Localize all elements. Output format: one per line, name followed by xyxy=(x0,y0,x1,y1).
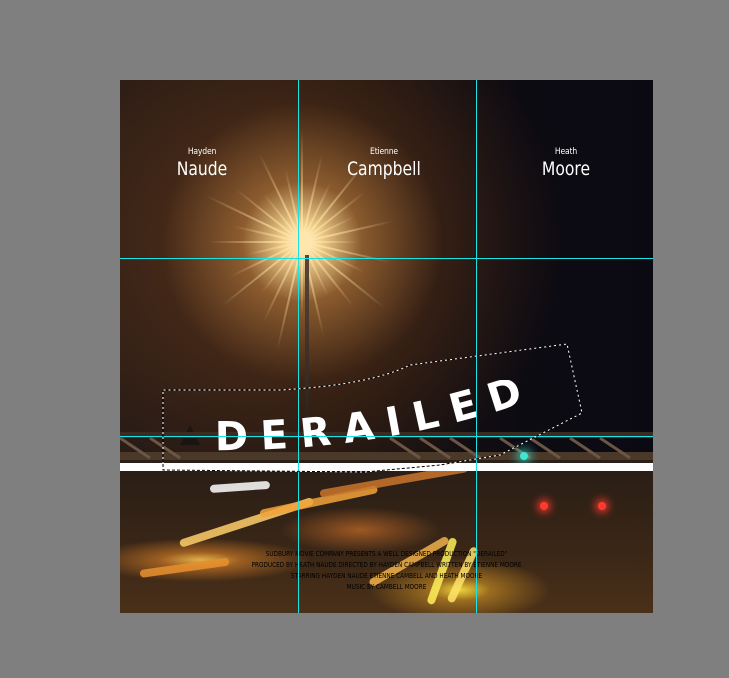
credit-last-name: Naude xyxy=(176,158,228,180)
document-canvas[interactable]: Hayden Naude Etienne Campbell Heath Moor… xyxy=(120,80,653,613)
movie-title-text: DERAILED xyxy=(215,380,527,460)
guide-vertical-1[interactable] xyxy=(298,80,299,613)
svg-text:DERAILED: DERAILED xyxy=(215,380,540,460)
credit-last-name: Moore xyxy=(541,158,591,180)
guide-vertical-2[interactable] xyxy=(476,80,477,613)
title-underline-bar xyxy=(120,463,653,471)
credit-first-name: Hayden xyxy=(187,147,217,157)
light-streak xyxy=(209,480,271,493)
credit-etienne-campbell: Etienne Campbell xyxy=(324,147,444,180)
billing-line: PRODUCED BY HEATH NAUDE DIRECTED BY HAYD… xyxy=(251,560,522,569)
credit-first-name: Etienne xyxy=(370,147,398,157)
light-streak xyxy=(139,557,230,578)
billing-line: SUDBURY MOVIE COMPANY PRESENTS A WELL DE… xyxy=(265,549,508,558)
credit-first-name: Heath xyxy=(554,147,578,157)
flare-ray xyxy=(209,241,302,243)
flare-ray xyxy=(301,242,303,316)
credit-last-name: Campbell xyxy=(347,158,421,180)
billing-line: MUSIC BY CAMBELL MOORE xyxy=(346,582,427,591)
guide-horizontal-2[interactable] xyxy=(120,436,653,437)
signal-light-icon xyxy=(598,502,606,510)
movie-title: DERAILED xyxy=(215,380,540,460)
guide-horizontal-1[interactable] xyxy=(120,258,653,259)
flare-ray xyxy=(301,130,303,242)
editor-workspace: Hayden Naude Etienne Campbell Heath Moor… xyxy=(0,0,729,678)
credit-hayden-naude: Hayden Naude xyxy=(142,147,262,180)
billing-block: SUDBURY MOVIE COMPANY PRESENTS A WELL DE… xyxy=(221,548,551,592)
credit-heath-moore: Heath Moore xyxy=(506,147,626,180)
billing-line: STARRING HAYDEN NAUDE ETIENNE CAMBELL AN… xyxy=(290,571,483,580)
signal-light-icon xyxy=(540,502,548,510)
